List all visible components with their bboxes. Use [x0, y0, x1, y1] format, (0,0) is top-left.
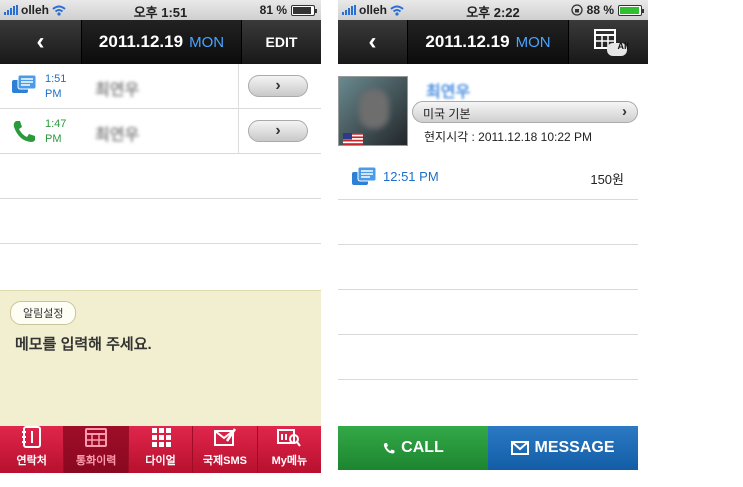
weekday-label: MON	[189, 33, 225, 51]
phone-icon	[384, 443, 395, 454]
call-history-screen: olleh 오후 1:51 81 % ‹ 2011.12.19 MON EDIT…	[0, 0, 321, 473]
battery-icon	[291, 4, 317, 16]
screenshot-root: olleh 오후 1:51 81 % ‹ 2011.12.19 MON EDIT…	[0, 0, 743, 487]
call-time: 1:51 PM	[45, 72, 66, 102]
empty-row	[338, 290, 638, 335]
call-button[interactable]: CALL	[338, 426, 488, 470]
date-label: 2011.12.19	[425, 32, 510, 51]
tab-intl-sms[interactable]: 국제SMS	[193, 426, 258, 473]
contact-name: 최연우	[95, 82, 140, 99]
avatar-photo	[359, 89, 389, 129]
call-time-ampm: PM	[45, 133, 62, 145]
sms-cost: 150원	[590, 172, 624, 187]
detail-button[interactable]: ›	[248, 120, 308, 142]
status-bar: olleh 오후 1:51 81 %	[0, 0, 321, 20]
bottom-tab-bar: 연락처 통화이력 다이얼 국제SMS My메뉴	[0, 426, 321, 473]
message-button[interactable]: MESSAGE	[488, 426, 638, 470]
call-log-row[interactable]: 1:51 PM 최연우 ›	[0, 64, 321, 109]
chevron-right-icon: ›	[622, 103, 627, 120]
alert-settings-button[interactable]: 알림설정	[10, 301, 77, 325]
action-bar: CALL MESSAGE	[338, 426, 638, 470]
battery-percent: 81 %	[259, 3, 287, 17]
status-bar: olleh 오후 2:22 88 %	[338, 0, 648, 20]
call-time: 1:47 PM	[45, 117, 66, 147]
call-log-row[interactable]: 1:47 PM 최연우 ›	[0, 109, 321, 154]
sms-log-icon	[352, 166, 377, 185]
title-bar: ‹ 2011.12.19 MON EDIT	[0, 20, 321, 64]
tab-call-history[interactable]: 통화이력	[64, 426, 129, 473]
title-bar: ‹ 2011.12.19 MON All	[338, 20, 648, 64]
row-divider	[238, 109, 239, 154]
empty-row	[338, 245, 638, 290]
call-history-icon	[85, 428, 108, 447]
call-time-hour: 1:51	[45, 73, 67, 85]
message-label: MESSAGE	[534, 439, 615, 456]
avatar	[338, 76, 408, 146]
phone-log-icon	[13, 121, 35, 142]
local-time: 현지시각 : 2011.12.18 10:22 PM	[424, 130, 593, 144]
memo-input[interactable]: 메모를 입력해 주세요.	[15, 333, 152, 354]
empty-row	[0, 199, 321, 244]
rate-plan-label: 미국 기본	[423, 107, 471, 121]
rate-plan-button[interactable]: 미국 기본 ›	[412, 101, 638, 123]
battery-percent: 88 %	[586, 3, 614, 17]
tab-label: My메뉴	[271, 455, 308, 467]
empty-row	[0, 154, 321, 199]
contact-name: 최연우	[426, 84, 471, 101]
memo-area[interactable]: 알림설정 메모를 입력해 주세요.	[0, 290, 321, 426]
empty-row	[338, 335, 638, 380]
weekday-label: MON	[515, 33, 551, 51]
call-label: CALL	[401, 439, 444, 456]
battery-indicator: 81 %	[259, 3, 317, 17]
call-detail-screen: olleh 오후 2:22 88 % ‹ 2011.12.19 MON All	[338, 0, 648, 473]
date-label: 2011.12.19	[98, 32, 184, 51]
rotation-lock-icon	[570, 4, 583, 16]
date-title: 2011.12.19 MON	[82, 20, 241, 64]
back-button[interactable]: ‹	[338, 20, 408, 64]
back-button[interactable]: ‹	[0, 20, 82, 64]
sms-log-icon	[12, 74, 37, 93]
tab-label: 다이얼	[145, 455, 176, 467]
sms-time: 12:51 PM	[383, 169, 439, 184]
sms-log-row[interactable]: 12:51 PM 150원	[338, 155, 638, 200]
tab-dialpad[interactable]: 다이얼	[129, 426, 194, 473]
battery-charging-icon	[618, 4, 644, 16]
show-all-button[interactable]: All	[568, 20, 648, 64]
call-time-ampm: PM	[45, 88, 62, 100]
contact-name: 최연우	[95, 127, 140, 144]
row-divider	[238, 64, 239, 109]
battery-indicator: 88 %	[570, 3, 644, 17]
contact-header: 최연우 미국 기본 › 현지시각 : 2011.12.18 10:22 PM	[338, 64, 648, 160]
all-badge: All	[617, 41, 629, 51]
sms-icon	[213, 428, 236, 446]
tab-label: 통화이력	[75, 455, 117, 467]
tab-my-menu[interactable]: My메뉴	[258, 426, 321, 473]
dialpad-icon	[151, 428, 171, 447]
call-time-hour: 1:47	[45, 118, 67, 130]
my-menu-icon	[277, 429, 302, 447]
tab-label: 국제SMS	[202, 455, 247, 467]
date-title: 2011.12.19 MON	[408, 20, 568, 64]
tab-contacts[interactable]: 연락처	[0, 426, 65, 473]
tab-label: 연락처	[16, 455, 47, 467]
edit-button[interactable]: EDIT	[241, 20, 321, 64]
envelope-icon	[511, 441, 530, 455]
us-flag-icon	[343, 133, 363, 145]
empty-row	[0, 244, 321, 289]
empty-row	[338, 200, 638, 245]
detail-button[interactable]: ›	[248, 75, 308, 97]
contacts-icon	[21, 426, 41, 448]
